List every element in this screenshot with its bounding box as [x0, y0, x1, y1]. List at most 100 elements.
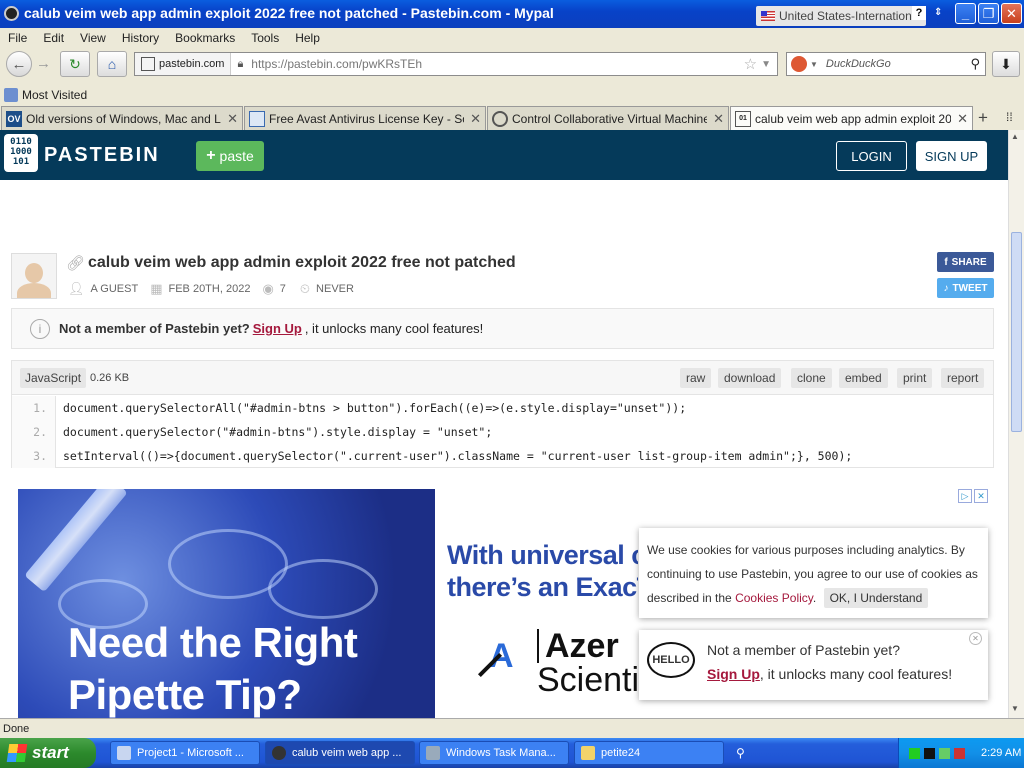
facebook-share-button[interactable]: f SHARE: [937, 252, 994, 272]
bookmark-star-icon[interactable]: ☆: [744, 55, 761, 73]
minimize-button[interactable]: _: [955, 3, 976, 24]
search-placeholder: DuckDuckGo: [825, 58, 891, 70]
pastebin-logo-icon[interactable]: 0110 1000 101: [4, 134, 38, 172]
raw-button[interactable]: raw: [680, 368, 712, 388]
report-button[interactable]: report: [941, 368, 985, 388]
site-identity[interactable]: pastebin.com: [135, 53, 232, 75]
menu-bar: File Edit View History Bookmarks Tools H…: [0, 28, 1024, 48]
reload-button[interactable]: ↻: [60, 51, 90, 77]
pastebin-header: 0110 1000 101 PASTEBIN + paste LOGIN SIGN U…: [0, 130, 1008, 180]
line-number: 2.: [12, 420, 56, 444]
duckduckgo-icon[interactable]: [791, 56, 807, 72]
cookie-accept-button[interactable]: OK, I Understand: [823, 588, 929, 608]
mypal-app-icon: [272, 746, 286, 760]
menu-history[interactable]: History: [114, 31, 167, 45]
taskbar-item-task-manager[interactable]: Windows Task Mana...: [419, 741, 569, 765]
page-favicon-icon: [249, 110, 265, 127]
menu-bookmarks[interactable]: Bookmarks: [167, 31, 243, 45]
scroll-thumb[interactable]: [1011, 232, 1022, 432]
syntax-language-link[interactable]: JavaScript: [20, 368, 87, 388]
close-button[interactable]: ✕: [1001, 3, 1022, 24]
info-icon: i: [30, 318, 50, 339]
tray-green-icon[interactable]: [909, 747, 920, 759]
paste-label: paste: [219, 148, 254, 164]
menu-tools[interactable]: Tools: [243, 31, 287, 45]
tray-shield-icon[interactable]: [954, 747, 965, 759]
tab-close-icon[interactable]: ✕: [227, 111, 238, 127]
new-tab-button[interactable]: +: [978, 108, 988, 128]
back-arrow-icon: ←: [11, 55, 27, 73]
home-button[interactable]: ⌂: [97, 51, 127, 77]
ad-headline-line-1: Need the Right: [68, 619, 358, 666]
clone-button[interactable]: clone: [791, 368, 832, 388]
ad-tagline-line-1: With universal co: [447, 540, 638, 570]
tab-close-icon[interactable]: ✕: [713, 111, 724, 127]
clock[interactable]: 2:29 AM: [981, 747, 1021, 759]
bookmark-most-visited[interactable]: Most Visited: [22, 88, 87, 102]
tab-pastebin-active[interactable]: 01 calub veim web app admin exploit 2022…: [730, 106, 973, 130]
tab-close-icon[interactable]: ✕: [957, 111, 968, 127]
print-button[interactable]: print: [897, 368, 933, 388]
all-tabs-icon[interactable]: ⁞⁞: [1006, 110, 1013, 124]
share-label: SHARE: [951, 256, 987, 268]
back-button[interactable]: ←: [6, 51, 32, 77]
language-bar-options-icon[interactable]: ⇕: [934, 7, 942, 18]
taskbar-item-petite24[interactable]: petite24: [574, 741, 724, 765]
code-line: 2. document.querySelector("#admin-btns").…: [12, 420, 993, 444]
notice-signup-link[interactable]: Sign Up: [253, 321, 302, 336]
twitter-tweet-button[interactable]: ♪ TWEET: [937, 278, 994, 298]
help-icon[interactable]: ?: [912, 6, 926, 20]
forward-button[interactable]: →: [36, 55, 51, 72]
menu-help[interactable]: Help: [287, 31, 328, 45]
tray-monitor-icon[interactable]: [939, 747, 950, 759]
url-text[interactable]: https://pastebin.com/pwKRsTEh: [243, 57, 422, 71]
scroll-up-icon[interactable]: ▲: [1011, 132, 1019, 141]
member-popup-signup-link[interactable]: Sign Up: [707, 666, 760, 682]
tab-close-icon[interactable]: ✕: [470, 111, 481, 127]
member-signup-popup: HELLO Not a member of Pastebin yet? Sign…: [639, 630, 988, 700]
windows-taskbar: start Project1 - Microsoft ... calub vei…: [0, 738, 1024, 768]
url-bar[interactable]: pastebin.com 🔒︎ https://pastebin.com/pwK…: [134, 52, 778, 76]
url-dropdown-icon[interactable]: ▼: [761, 59, 777, 70]
cookies-policy-link[interactable]: Cookies Policy: [735, 591, 813, 605]
advertisement[interactable]: Need the Right Pipette Tip? With universa…: [18, 489, 638, 718]
ad-close-icon[interactable]: ✕: [974, 489, 988, 503]
window-title-bar[interactable]: calub veim web app admin exploit 2022 fr…: [0, 0, 1024, 28]
paste-date: FEB 20TH, 2022: [168, 283, 251, 295]
taskbar-item-project1[interactable]: Project1 - Microsoft ...: [110, 741, 260, 765]
usb-icon[interactable]: ⚲: [736, 746, 745, 760]
downloads-button[interactable]: ⬇: [992, 51, 1020, 77]
ad-choices[interactable]: ▷ ✕: [958, 489, 988, 503]
start-button[interactable]: start: [0, 738, 96, 768]
language-indicator[interactable]: United States-International: [756, 6, 927, 26]
notice-text: , it unlocks many cool features!: [304, 321, 484, 336]
pastebin-brand[interactable]: PASTEBIN: [44, 144, 160, 167]
vertical-scrollbar[interactable]: ▲ ▼: [1008, 130, 1024, 718]
menu-view[interactable]: View: [72, 31, 114, 45]
adchoices-icon[interactable]: ▷: [958, 489, 972, 503]
gear-favicon-icon: [492, 110, 508, 127]
maximize-button[interactable]: ❐: [978, 3, 999, 24]
embed-button[interactable]: embed: [839, 368, 888, 388]
taskbar-item-browser[interactable]: calub veim web app ...: [265, 741, 415, 765]
download-button[interactable]: download: [718, 368, 782, 388]
scroll-down-icon[interactable]: ▼: [1011, 704, 1019, 713]
popup-close-icon[interactable]: ✕: [969, 632, 982, 645]
menu-file[interactable]: File: [0, 31, 35, 45]
tab-avast[interactable]: Free Avast Antivirus License Key - Solv.…: [244, 106, 486, 130]
search-engine-dropdown-icon[interactable]: ▼: [810, 60, 818, 69]
search-box[interactable]: ▼ DuckDuckGo ⚲: [786, 52, 986, 76]
tab-virtual-machines[interactable]: Control Collaborative Virtual Machines! ✕: [487, 106, 729, 130]
tab-old-versions[interactable]: OV Old versions of Windows, Mac and Linu…: [1, 106, 243, 130]
cookie-consent-popup: We use cookies for various purposes incl…: [639, 528, 988, 618]
signup-button[interactable]: SIGN UP: [916, 141, 987, 171]
tray-network-icon[interactable]: [924, 747, 935, 759]
login-button[interactable]: LOGIN: [836, 141, 907, 171]
azer-logo: A Azer Scienti: [475, 629, 638, 697]
most-visited-icon: [4, 88, 18, 102]
search-icon[interactable]: ⚲: [970, 56, 980, 72]
mypal-app-icon[interactable]: [4, 6, 19, 21]
menu-edit[interactable]: Edit: [35, 31, 72, 45]
twitter-icon: ♪: [943, 282, 949, 294]
new-paste-button[interactable]: + paste: [196, 141, 264, 171]
